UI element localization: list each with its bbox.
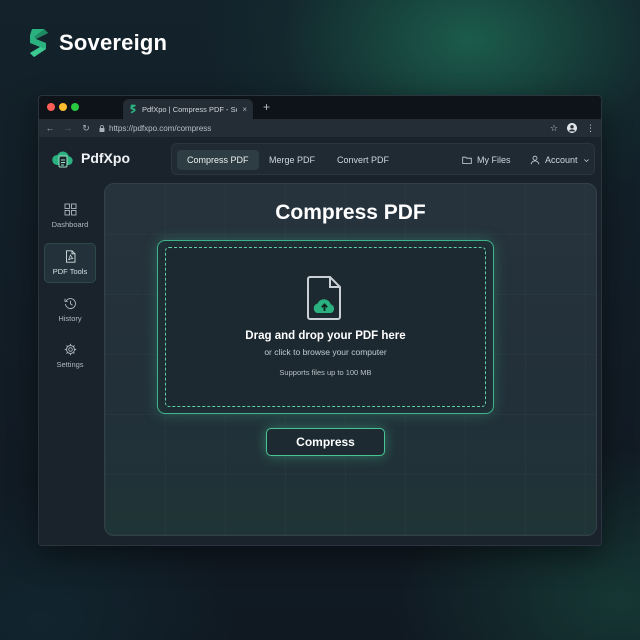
browser-tabbar: PdfXpo | Compress PDF - Sovereign × + xyxy=(39,96,601,119)
minimize-window-button[interactable] xyxy=(59,103,67,111)
back-icon[interactable]: ← xyxy=(45,123,55,133)
tab-title: PdfXpo | Compress PDF - Sovereign xyxy=(142,104,237,114)
dropzone-title: Drag and drop your PDF here xyxy=(245,330,406,342)
bookmark-star-icon[interactable]: ☆ xyxy=(550,123,558,134)
account-menu[interactable]: Account xyxy=(520,150,600,170)
brand: Sovereign xyxy=(26,27,167,59)
browser-menu-icon[interactable]: ⋮ xyxy=(586,123,595,134)
my-files-label: My Files xyxy=(477,155,511,165)
favicon-icon xyxy=(130,104,137,114)
tab-close-icon[interactable]: × xyxy=(242,105,247,114)
app-logo[interactable]: PdfXpo xyxy=(51,146,130,170)
account-label: Account xyxy=(545,155,578,165)
nav-compress-pdf[interactable]: Compress PDF xyxy=(177,150,259,170)
main-panel: Compress PDF Drag and drop your PDF here… xyxy=(104,183,597,536)
grid-icon xyxy=(64,203,76,216)
window-controls xyxy=(47,103,79,111)
folder-icon xyxy=(462,156,472,164)
sidebar-label: History xyxy=(58,314,82,323)
sidebar-item-settings[interactable]: Settings xyxy=(44,336,96,376)
sidebar-label: Settings xyxy=(56,360,84,369)
browse-files-link[interactable]: or click to browse your computer xyxy=(158,347,493,357)
user-icon xyxy=(530,155,540,165)
sidebar-item-history[interactable]: History xyxy=(44,290,96,330)
sidebar-label: Dashboard xyxy=(51,220,89,229)
brand-name: Sovereign xyxy=(59,30,168,55)
app: PdfXpo Compress PDF Merge PDF Convert PD… xyxy=(39,138,601,545)
dropzone-dashed-border xyxy=(165,247,486,407)
cloud-pdf-logo-icon xyxy=(52,151,73,168)
sidebar-item-pdf-tools[interactable]: PDF Tools xyxy=(44,243,96,283)
compress-button[interactable]: Compress xyxy=(266,428,385,456)
file-size-note: Supports files up to 100 MB xyxy=(279,368,372,377)
history-icon xyxy=(64,298,76,310)
forward-icon[interactable]: → xyxy=(63,123,73,133)
address-bar: ← → ↻ https://pdfxpo.com/compress ☆ ⋮ xyxy=(39,119,601,138)
nav-merge-pdf[interactable]: Merge PDF xyxy=(259,150,325,170)
close-window-button[interactable] xyxy=(47,103,55,111)
browser-window: PdfXpo | Compress PDF - Sovereign × + ← … xyxy=(38,95,602,546)
new-tab-button[interactable]: + xyxy=(263,100,270,114)
url-text: https://pdfxpo.com/compress xyxy=(109,123,212,133)
nav-convert-pdf[interactable]: Convert PDF xyxy=(327,150,399,170)
reload-icon[interactable]: ↻ xyxy=(81,123,91,134)
top-navigation: Compress PDF Merge PDF Convert PDF My Fi… xyxy=(171,143,595,175)
profile-icon[interactable] xyxy=(567,123,577,133)
gear-icon xyxy=(64,343,76,356)
chevron-down-icon xyxy=(583,158,589,162)
browser-tab[interactable]: PdfXpo | Compress PDF - Sovereign × xyxy=(123,99,253,119)
app-name: PdfXpo xyxy=(81,150,130,166)
pdf-dropzone[interactable]: Drag and drop your PDF here or click to … xyxy=(157,240,494,414)
sidebar-label: PDF Tools xyxy=(52,267,88,276)
lock-icon xyxy=(99,124,105,132)
my-files-link[interactable]: My Files xyxy=(452,150,521,170)
page-title: Compress PDF xyxy=(275,201,426,224)
file-upload-icon xyxy=(307,276,341,320)
pdf-file-icon xyxy=(65,250,75,263)
sovereign-logo-icon xyxy=(30,29,48,57)
maximize-window-button[interactable] xyxy=(71,103,79,111)
url-field[interactable]: https://pdfxpo.com/compress xyxy=(99,124,542,133)
sidebar-item-dashboard[interactable]: Dashboard xyxy=(44,196,96,236)
